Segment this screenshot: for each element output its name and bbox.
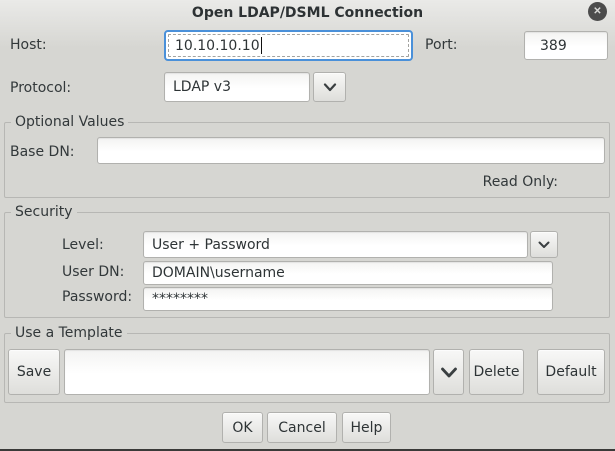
port-input[interactable] xyxy=(524,31,608,60)
protocol-select[interactable]: LDAP v3 xyxy=(164,72,310,102)
host-label: Host: xyxy=(10,37,47,53)
password-input[interactable] xyxy=(143,287,553,311)
user-dn-input[interactable] xyxy=(143,261,553,285)
protocol-label: Protocol: xyxy=(10,80,71,96)
user-dn-label: User DN: xyxy=(62,264,124,280)
port-label: Port: xyxy=(425,37,457,53)
window-title: Open LDAP/DSML Connection xyxy=(0,5,615,21)
security-legend: Security xyxy=(11,204,77,220)
password-label: Password: xyxy=(62,289,132,305)
text-cursor xyxy=(261,37,262,54)
ok-button[interactable]: OK xyxy=(222,412,263,443)
template-legend: Use a Template xyxy=(11,325,127,341)
protocol-dropdown-button[interactable] xyxy=(313,72,346,102)
read-only-label: Read Only: xyxy=(483,174,558,190)
default-button-label: Default xyxy=(545,364,596,380)
delete-button-label: Delete xyxy=(474,364,520,380)
level-value: User + Password xyxy=(152,237,270,253)
base-dn-label: Base DN: xyxy=(10,144,75,160)
close-button[interactable]: ✕ xyxy=(588,2,607,21)
host-value: 10.10.10.10 xyxy=(175,38,260,54)
chevron-down-icon xyxy=(440,367,458,378)
help-button-label: Help xyxy=(351,420,383,436)
help-button[interactable]: Help xyxy=(342,412,391,443)
base-dn-input[interactable] xyxy=(97,137,605,164)
ok-button-label: OK xyxy=(232,420,252,436)
level-label: Level: xyxy=(62,237,104,253)
cancel-button[interactable]: Cancel xyxy=(267,412,337,443)
default-button[interactable]: Default xyxy=(537,349,605,395)
close-icon: ✕ xyxy=(593,7,601,17)
delete-button[interactable]: Delete xyxy=(469,349,524,395)
level-select[interactable]: User + Password xyxy=(143,231,528,258)
template-dropdown-button[interactable] xyxy=(433,349,464,395)
level-dropdown-button[interactable] xyxy=(530,231,558,258)
save-button[interactable]: Save xyxy=(8,349,60,395)
optional-values-legend: Optional Values xyxy=(11,114,128,130)
chevron-down-icon xyxy=(538,241,550,249)
chevron-down-icon xyxy=(323,83,337,92)
cancel-button-label: Cancel xyxy=(278,420,325,436)
host-input[interactable]: 10.10.10.10 xyxy=(164,30,413,61)
protocol-value: LDAP v3 xyxy=(173,79,231,95)
ldap-connection-dialog: Open LDAP/DSML Connection ✕ Host: 10.10.… xyxy=(0,0,615,451)
template-input[interactable] xyxy=(64,349,430,395)
save-button-label: Save xyxy=(17,364,51,380)
